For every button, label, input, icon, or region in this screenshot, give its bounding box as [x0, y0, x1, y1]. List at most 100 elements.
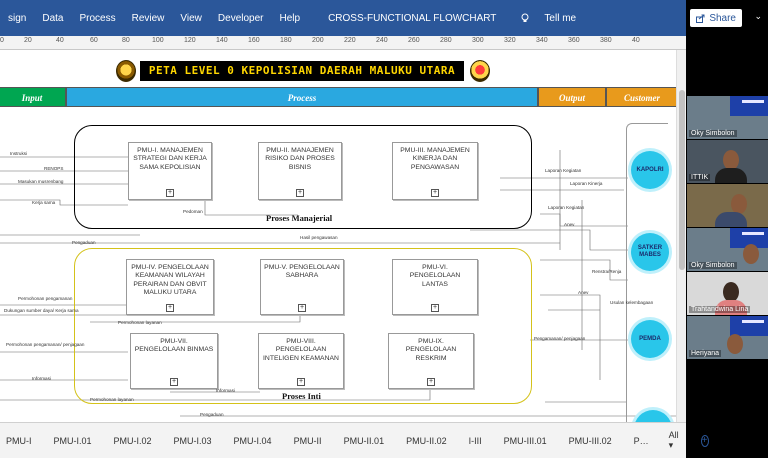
expand-icon[interactable]: + — [431, 189, 439, 197]
tab-pmu-i-03[interactable]: PMU-I.03 — [168, 436, 218, 446]
menu-data[interactable]: Data — [34, 13, 71, 24]
tab-truncated[interactable]: P… — [628, 436, 655, 446]
menu-developer[interactable]: Developer — [210, 13, 272, 24]
expand-icon[interactable]: + — [166, 304, 174, 312]
tab-pmu-i-01[interactable]: PMU-I.01 — [48, 436, 98, 446]
share-label: Share — [709, 12, 736, 24]
document-title: CROSS-FUNCTIONAL FLOWCHART — [328, 12, 497, 24]
police-logo-right — [470, 60, 490, 82]
process-box-pmu5[interactable]: PMU-V. PENGELOLAAN SABHARA + — [260, 259, 344, 315]
participant-name: Oky Simbolon — [689, 262, 737, 269]
process-box-pmu2[interactable]: PMU-II. MANAJEMEN RISIKO DAN PROSES BISN… — [258, 142, 342, 200]
label-renops: RENOPS — [44, 166, 64, 171]
tab-pmu-ii[interactable]: PMU-II — [288, 436, 328, 446]
ruler-tick: 80 — [122, 37, 130, 44]
tab-pmu-ii-02[interactable]: PMU-II.02 — [400, 436, 453, 446]
scroll-thumb[interactable] — [679, 90, 685, 270]
participant-name: Trahtandwina Lina — [689, 306, 751, 313]
lightbulb-icon — [521, 13, 529, 22]
add-sheet-icon[interactable]: + — [700, 434, 709, 447]
pmu3-label: PMU-III. MANAJEMEN KINERJA DAN PENGAWASA… — [400, 147, 470, 171]
label-informasi-2: Informasi — [216, 388, 235, 393]
ruler-tick: 260 — [408, 37, 420, 44]
process-box-pmu1[interactable]: PMU-I. MANAJEMEN STRATEGI DAN KERJA SAMA… — [128, 142, 212, 200]
process-box-pmu6[interactable]: PMU-VI. PENGELOLAAN LANTAS + — [392, 259, 478, 315]
lane-process[interactable]: Process — [66, 87, 538, 107]
participant-tile[interactable]: Oky Simbolon — [687, 96, 768, 139]
ribbon-collapse-icon[interactable]: ⌄ — [754, 11, 762, 22]
process-box-pmu9[interactable]: PMU-IX. PENGELOLAAN RESKRIM + — [388, 333, 474, 389]
vertical-scrollbar[interactable] — [676, 50, 686, 422]
group-managerial-label: Proses Manajerial — [266, 213, 333, 223]
tab-pmu-iii-02[interactable]: PMU-III.02 — [563, 436, 618, 446]
label-permohonan-pp: Permohonan pengamanan/ penjagaan — [6, 342, 85, 347]
participant-name: Heriyana — [689, 350, 722, 357]
ruler-tick: 100 — [152, 37, 164, 44]
participant-body — [715, 212, 747, 227]
participant-body — [715, 168, 747, 183]
participant-tile[interactable]: ITTIK — [687, 140, 768, 183]
expand-icon[interactable]: + — [166, 189, 174, 197]
customer-satker-mabes[interactable]: SATKER MABES — [631, 233, 669, 271]
expand-icon[interactable]: + — [431, 304, 439, 312]
ruler-tick: 240 — [376, 37, 388, 44]
drawing-canvas[interactable]: PETA LEVEL 0 KEPOLISIAN DAERAH MALUKU UT… — [0, 50, 676, 422]
process-box-pmu8[interactable]: PMU-VIII. PENGELOLAAN INTELIGEN KEAMANAN… — [258, 333, 344, 389]
label-hasil-pengawasan: Hasil pengawasan — [300, 235, 338, 240]
expand-icon[interactable]: + — [170, 378, 178, 386]
process-box-pmu7[interactable]: PMU-VII. PENGELOLAAN BINMAS + — [130, 333, 218, 389]
customer-kapolri[interactable]: KAPOLRI — [631, 151, 669, 189]
tab-pmu-i[interactable]: PMU-I — [0, 436, 38, 446]
ruler-tick: 0 — [0, 37, 4, 44]
tab-pmu-iii[interactable]: I-III — [463, 436, 488, 446]
pmu7-label: PMU-VII. PENGELOLAAN BINMAS — [134, 338, 214, 354]
pmu2-label: PMU-II. MANAJEMEN RISIKO DAN PROSES BISN… — [265, 147, 335, 171]
process-box-pmu3[interactable]: PMU-III. MANAJEMEN KINERJA DAN PENGAWASA… — [392, 142, 478, 200]
sheet-tab-bar: PMU-I PMU-I.01 PMU-I.02 PMU-I.03 PMU-I.0… — [0, 422, 709, 458]
label-laporan-kinerja: Laporan Kinerja — [570, 181, 603, 186]
participant-face — [731, 194, 747, 214]
all-sheets-button[interactable]: All ▾ — [669, 430, 679, 451]
expand-icon[interactable]: + — [296, 189, 304, 197]
tab-pmu-ii-01[interactable]: PMU-II.01 — [338, 436, 391, 446]
ruler-tick: 200 — [312, 37, 324, 44]
label-permohonan-layanan-1: Permohonan layanan — [118, 320, 162, 325]
customer-pemda[interactable]: PEMDA — [631, 320, 669, 358]
all-label: All — [668, 430, 679, 440]
ruler-tick: 360 — [568, 37, 580, 44]
diagram-title: PETA LEVEL 0 KEPOLISIAN DAERAH MALUKU UT… — [140, 61, 464, 81]
menu-review[interactable]: Review — [124, 13, 173, 24]
participant-tile[interactable] — [687, 184, 768, 227]
label-renstra: Renstra/Renja — [592, 269, 622, 274]
ruler-tick: 340 — [536, 37, 548, 44]
pmu1-label: PMU-I. MANAJEMEN STRATEGI DAN KERJA SAMA… — [133, 147, 207, 171]
tell-me-box[interactable]: Tell me — [520, 13, 584, 24]
menu-design[interactable]: sign — [0, 13, 34, 24]
ribbon-menu-bar: sign Data Process Review View Developer … — [0, 0, 686, 36]
participant-tile[interactable]: Oky Simbolon — [687, 228, 768, 271]
tab-pmu-iii-01[interactable]: PMU-III.01 — [498, 436, 553, 446]
process-box-pmu4[interactable]: PMU-IV. PENGELOLAAN KEAMANAN WILAYAH PER… — [126, 259, 214, 315]
lane-output[interactable]: Output — [538, 87, 606, 107]
label-permohonan-pengamanan: Permohonan pengamanan — [18, 296, 73, 301]
menu-process[interactable]: Process — [71, 13, 123, 24]
menu-view[interactable]: View — [172, 13, 210, 24]
pmu9-label: PMU-IX. PENGELOLAAN RESKRIM — [405, 338, 457, 362]
expand-icon[interactable]: + — [427, 378, 435, 386]
group-core-label: Proses Inti — [282, 391, 321, 401]
participant-tile[interactable]: Heriyana — [687, 316, 768, 359]
share-button[interactable]: Share — [690, 9, 742, 27]
ruler-tick: 280 — [440, 37, 452, 44]
tab-pmu-i-04[interactable]: PMU-I.04 — [228, 436, 278, 446]
tab-pmu-i-02[interactable]: PMU-I.02 — [108, 436, 158, 446]
lane-input[interactable]: Input — [0, 87, 66, 107]
ruler-tick: 320 — [504, 37, 516, 44]
lane-customer[interactable]: Customer — [606, 87, 676, 107]
participant-tile[interactable]: Trahtandwina Lina — [687, 272, 768, 315]
label-musrenbang: Masukan musrenbang — [18, 179, 64, 184]
expand-icon[interactable]: + — [298, 304, 306, 312]
expand-icon[interactable]: + — [297, 378, 305, 386]
menu-help[interactable]: Help — [272, 13, 309, 24]
label-laporan-kegiatan-2: Laporan Kegiatan — [548, 205, 585, 210]
participant-face — [723, 150, 739, 170]
